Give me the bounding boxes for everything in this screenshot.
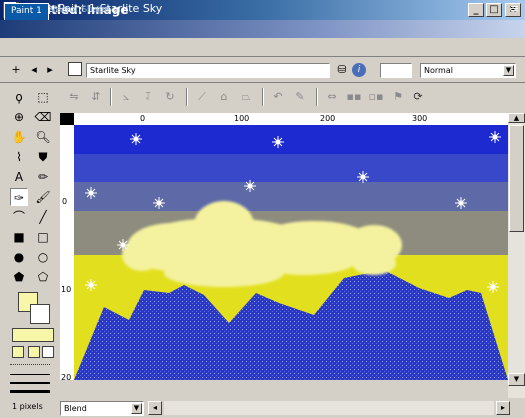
undo-icon[interactable]: ↶ (270, 89, 286, 105)
line-1px-option[interactable] (10, 374, 50, 375)
object-header (0, 20, 525, 38)
arc-icon[interactable]: ⌒ (10, 208, 28, 226)
smooth-icon[interactable]: ⇔ (324, 89, 340, 105)
text-icon[interactable]: A (10, 168, 28, 186)
line-icon[interactable]: ╱ (34, 208, 52, 226)
v-ruler-label: 0 (62, 197, 68, 206)
h-ruler-label: 200 (320, 114, 336, 123)
fill-icon[interactable]: ⚑ (390, 89, 406, 105)
free-rotate-icon[interactable]: ↻ (162, 89, 178, 105)
scroll-up-arrow-icon[interactable]: ▲ (508, 113, 525, 123)
blend-mode-select[interactable]: Normal ▼ (420, 63, 516, 78)
property-bar: + ◂ ▸ Starlite Sky ⛁ i Normal ▼ (0, 58, 525, 83)
line-2px-option[interactable] (10, 382, 50, 384)
member-thumbnail-icon[interactable] (68, 62, 82, 76)
minimize-button[interactable]: _ (468, 3, 484, 17)
paint-bucket-icon[interactable]: ⛊ (34, 148, 52, 166)
bottom-bar: Blend ▼ ◂ ▸ (58, 398, 525, 418)
maximize-button[interactable]: □ (486, 3, 502, 17)
blend-mode-value: Normal (424, 66, 453, 75)
edit-pencil-icon[interactable]: ✎ (292, 89, 308, 105)
starlite-sky-image (74, 125, 508, 380)
h-ruler-label: 0 (140, 114, 146, 123)
scroll-left-arrow-icon[interactable]: ◂ (148, 401, 162, 415)
registration-point-icon[interactable]: ⊕ (10, 108, 28, 126)
pattern-chip-3[interactable] (42, 346, 54, 358)
chevron-down-icon: ▼ (131, 403, 142, 414)
tab-paint[interactable]: Paint 1 (4, 3, 49, 20)
filled-rectangle-icon[interactable]: ■ (10, 228, 28, 246)
chevron-down-icon: ▼ (503, 65, 514, 76)
tool-palette: ϙ ⬚ ⊕ ⌫ ✋ 🔍︎ ⌇ ⛊ A ✏ ✑ 🖌︎ ⌒ ╱ ■ □ ● ○ ⬟ … (0, 84, 58, 418)
scroll-down-arrow-icon[interactable]: ▼ (508, 373, 525, 386)
ruler-corner (60, 113, 74, 125)
lighten-icon[interactable]: ▫▪ (368, 89, 384, 105)
skew-icon[interactable]: ⟋ (194, 89, 210, 105)
perspective-icon[interactable]: ⏢ (238, 89, 254, 105)
flip-horizontal-icon[interactable]: ⇋ (66, 89, 82, 105)
ellipse-icon[interactable]: ○ (34, 248, 52, 266)
tab-vector-shape[interactable]: Vector Shape (44, 3, 116, 19)
background-color-chip[interactable] (30, 304, 50, 324)
magnifier-icon[interactable]: 🔍︎ (34, 128, 52, 146)
v-ruler-label: 10 (61, 285, 72, 294)
member-name-field[interactable]: Starlite Sky (86, 63, 330, 78)
pattern-chip-1[interactable] (12, 346, 24, 358)
rotate-left-icon[interactable]: ⦣ (118, 89, 134, 105)
rectangle-icon[interactable]: □ (34, 228, 52, 246)
switch-colors-icon[interactable]: ⟳ (410, 89, 426, 105)
next-arrow-icon[interactable]: ▸ (44, 63, 56, 77)
hand-icon[interactable]: ✋ (10, 128, 28, 146)
v-ruler-label: 20 (61, 373, 72, 380)
eyedropper-icon[interactable]: ⌇ (10, 148, 28, 166)
options-menu-icon[interactable]: ≡ (510, 2, 519, 15)
scroll-thumb[interactable] (509, 125, 524, 232)
filled-polygon-icon[interactable]: ⬟ (10, 268, 28, 286)
no-line-option[interactable] (10, 364, 50, 366)
tab-row (0, 38, 525, 57)
info-icon[interactable]: i (352, 63, 366, 77)
h-ruler-label: 300 (412, 114, 428, 123)
pencil-icon[interactable]: ✏ (34, 168, 52, 186)
rotate-right-icon[interactable]: ⥡ (140, 89, 156, 105)
darken-icon[interactable]: ▪▪ (346, 89, 362, 105)
warp-icon[interactable]: ⌂ (216, 89, 232, 105)
script-icon[interactable]: ⛁ (334, 63, 350, 77)
gradient-colors-chip[interactable] (12, 328, 54, 342)
marquee-icon[interactable]: ⬚ (34, 88, 52, 106)
pattern-chip-2[interactable] (28, 346, 40, 358)
vertical-scrollbar[interactable]: ▲ ▼ (508, 113, 525, 398)
ink-value: Blend (64, 404, 87, 413)
effects-toolbar: ⇋ ⇵ ⦣ ⥡ ↻ ⟋ ⌂ ⏢ ↶ ✎ ⇔ ▪▪ ▫▪ ⚑ ⟳ (58, 84, 525, 110)
add-icon[interactable]: + (10, 63, 22, 77)
line-width-label: 1 pixels (12, 402, 43, 411)
ink-select[interactable]: Blend ▼ (60, 401, 144, 416)
previous-arrow-icon[interactable]: ◂ (28, 63, 40, 77)
eraser-icon[interactable]: ⌫ (34, 108, 52, 126)
lasso-icon[interactable]: ϙ (10, 88, 28, 106)
horizontal-scrollbar[interactable] (164, 401, 494, 415)
filled-ellipse-icon[interactable]: ● (10, 248, 28, 266)
paint-canvas[interactable] (74, 125, 508, 380)
vertical-ruler: 0 10 20 (60, 125, 75, 380)
line-3px-option[interactable] (10, 390, 50, 393)
flip-vertical-icon[interactable]: ⇵ (88, 89, 104, 105)
scroll-right-arrow-icon[interactable]: ▸ (496, 401, 510, 415)
h-ruler-label: 100 (234, 114, 250, 123)
polygon-icon[interactable]: ⬠ (34, 268, 52, 286)
member-number-field[interactable] (380, 63, 412, 78)
brush-icon[interactable]: 🖌︎ (34, 188, 52, 206)
air-brush-icon[interactable]: ✑ (10, 188, 28, 206)
